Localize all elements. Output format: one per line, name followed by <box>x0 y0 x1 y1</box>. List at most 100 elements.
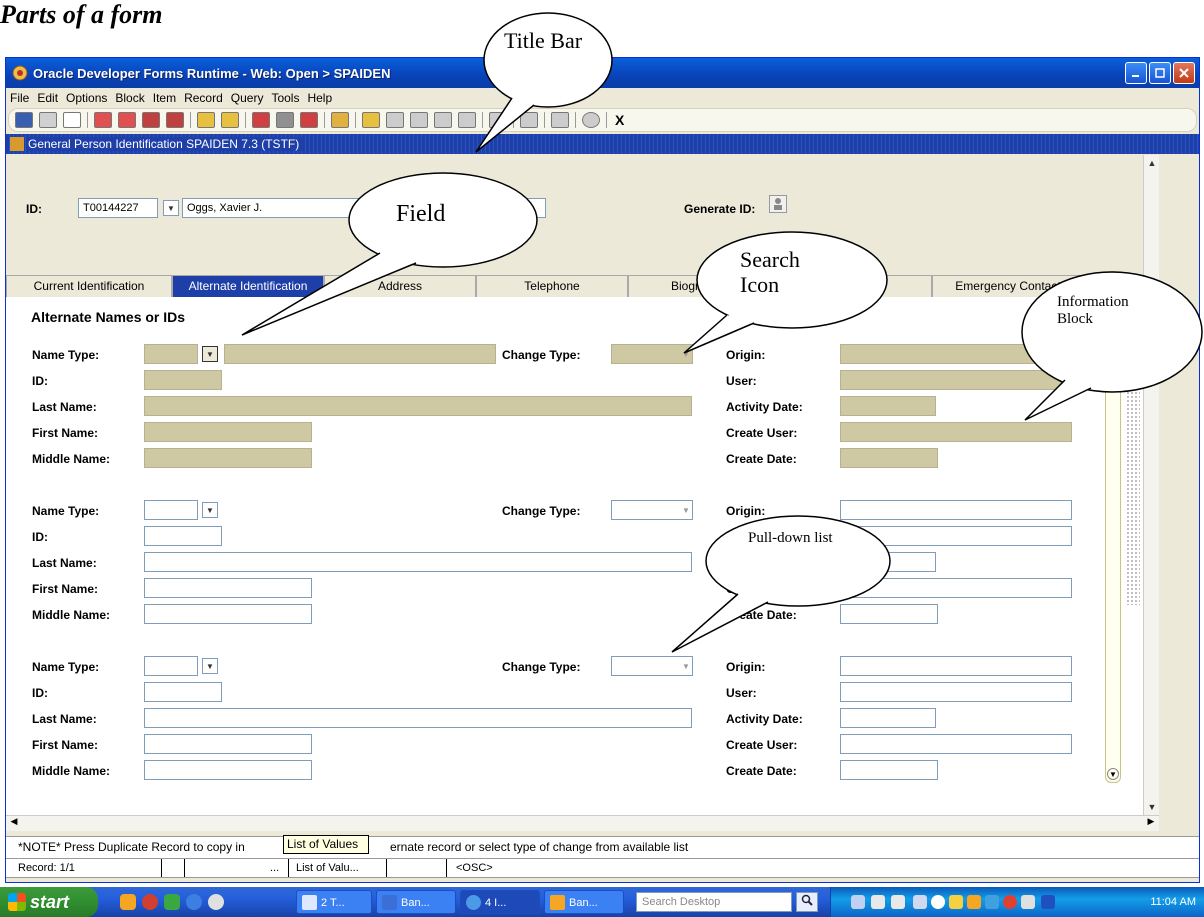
tray-mail-icon[interactable] <box>949 895 963 909</box>
menu-block[interactable]: Block <box>115 91 144 105</box>
rollback-icon[interactable] <box>39 112 57 128</box>
hint-text-continued: ernate record or select type of change f… <box>390 840 689 854</box>
taskbar-group-1[interactable]: 2 T... <box>296 890 372 914</box>
banner-icon <box>550 895 565 910</box>
previous-record-icon[interactable] <box>142 112 160 128</box>
minimize-icon <box>1132 75 1139 77</box>
quicklaunch-browser-icon[interactable] <box>142 894 158 910</box>
toolbar-separator <box>355 112 356 128</box>
taskbar-ie-group[interactable]: 4 I... <box>460 890 540 914</box>
first-name-field[interactable] <box>144 578 312 598</box>
tray-device-icon[interactable] <box>1021 895 1035 909</box>
form-horizontal-scrollbar[interactable]: ◀ ▶ <box>6 815 1159 831</box>
save-icon[interactable] <box>15 112 33 128</box>
tab-current-identification[interactable]: Current Identification <box>6 275 172 297</box>
tray-network-icon[interactable] <box>913 895 927 909</box>
scroll-down-icon[interactable]: ▼ <box>1144 799 1160 815</box>
activity-date-field[interactable] <box>840 396 936 416</box>
execute-query-icon[interactable] <box>221 112 239 128</box>
next-block-icon[interactable] <box>118 112 136 128</box>
options-icon[interactable] <box>362 112 380 128</box>
copy-icon[interactable] <box>410 112 428 128</box>
quicklaunch-media-icon[interactable] <box>208 894 224 910</box>
menu-options[interactable]: Options <box>66 91 107 105</box>
create-user-label: Create User: <box>726 738 798 752</box>
attachment-icon[interactable] <box>386 112 404 128</box>
name-type-dropdown[interactable]: ▼ <box>202 502 218 518</box>
quicklaunch-outlook-icon[interactable] <box>120 894 136 910</box>
print-icon[interactable] <box>63 112 81 128</box>
quicklaunch-ie-icon[interactable] <box>186 894 202 910</box>
last-name-field[interactable] <box>144 708 692 728</box>
tray-back-icon[interactable] <box>931 895 945 909</box>
menu-edit[interactable]: Edit <box>37 91 58 105</box>
tray-security-icon[interactable] <box>1003 895 1017 909</box>
next-record-icon[interactable] <box>166 112 184 128</box>
alt-id-field[interactable] <box>144 370 222 390</box>
activity-date-field[interactable] <box>840 708 936 728</box>
windows-logo-icon <box>8 893 26 911</box>
origin-field[interactable] <box>840 656 1072 676</box>
minimize-button[interactable] <box>1125 62 1147 84</box>
key-id-search-button[interactable]: ▼ <box>163 200 179 216</box>
tray-keyboard-icon[interactable] <box>871 895 885 909</box>
delete-record-icon[interactable] <box>300 112 318 128</box>
close-button[interactable] <box>1173 62 1195 84</box>
menu-file[interactable]: File <box>10 91 29 105</box>
tray-audio-icon[interactable] <box>985 895 999 909</box>
last-name-field[interactable] <box>144 396 692 416</box>
create-user-field[interactable] <box>840 734 1072 754</box>
middle-name-field[interactable] <box>144 760 312 780</box>
first-name-field[interactable] <box>144 422 312 442</box>
tray-oracle-icon[interactable] <box>967 895 981 909</box>
name-type-field[interactable] <box>144 656 198 676</box>
name-type-label: Name Type: <box>32 504 100 518</box>
alt-id-field[interactable] <box>144 526 222 546</box>
user-field[interactable] <box>840 682 1072 702</box>
create-date-field[interactable] <box>840 448 938 468</box>
status-divider <box>288 859 289 877</box>
chevron-down-icon[interactable]: ▼ <box>1107 768 1119 780</box>
quicklaunch-messenger-icon[interactable] <box>164 894 180 910</box>
key-id-field[interactable]: T00144227 <box>78 198 158 218</box>
last-name-field[interactable] <box>144 552 692 572</box>
scroll-left-icon[interactable]: ◀ <box>6 816 22 827</box>
tray-media-icon[interactable] <box>1041 895 1055 909</box>
search-button[interactable] <box>796 892 818 912</box>
insert-record-icon[interactable] <box>252 112 270 128</box>
menu-tools[interactable]: Tools <box>271 91 299 105</box>
start-button[interactable]: start <box>0 887 98 917</box>
taskbar-banner[interactable]: Ban... <box>544 890 624 914</box>
name-type-dropdown[interactable]: ▼ <box>202 346 218 362</box>
create-date-field[interactable] <box>840 760 938 780</box>
scroll-up-icon[interactable]: ▲ <box>1144 155 1160 171</box>
menu-record[interactable]: Record <box>184 91 223 105</box>
taskbar-word[interactable]: Ban... <box>376 890 456 914</box>
remove-record-icon[interactable] <box>276 112 294 128</box>
scroll-right-icon[interactable]: ▶ <box>1143 816 1159 827</box>
maximize-button[interactable] <box>1149 62 1171 84</box>
tray-pen-icon[interactable] <box>851 895 865 909</box>
status-line: Record: 1/1 ... List of Valu... <OSC> <box>6 858 1199 878</box>
generate-id-button[interactable] <box>769 195 787 213</box>
generate-id-label: Generate ID: <box>684 202 756 216</box>
name-type-field[interactable] <box>144 344 198 364</box>
middle-name-field[interactable] <box>144 448 312 468</box>
name-type-field[interactable] <box>144 500 198 520</box>
name-type-dropdown[interactable]: ▼ <box>202 658 218 674</box>
tray-help-icon[interactable] <box>891 895 905 909</box>
menu-help[interactable]: Help <box>307 91 332 105</box>
enter-query-icon[interactable] <box>197 112 215 128</box>
first-name-field[interactable] <box>144 734 312 754</box>
paste-icon[interactable] <box>434 112 452 128</box>
search-icon[interactable] <box>331 112 349 128</box>
middle-name-field[interactable] <box>144 604 312 624</box>
menu-query[interactable]: Query <box>231 91 264 105</box>
tab-bar: Current Identification Alternate Identif… <box>6 275 1143 297</box>
menu-item[interactable]: Item <box>153 91 176 105</box>
desktop-search-input[interactable]: Search Desktop <box>636 892 792 912</box>
form-vertical-scrollbar[interactable]: ▲ ▼ <box>1143 155 1159 815</box>
alt-id-field[interactable] <box>144 682 222 702</box>
middle-name-label: Middle Name: <box>32 608 111 622</box>
previous-block-icon[interactable] <box>94 112 112 128</box>
